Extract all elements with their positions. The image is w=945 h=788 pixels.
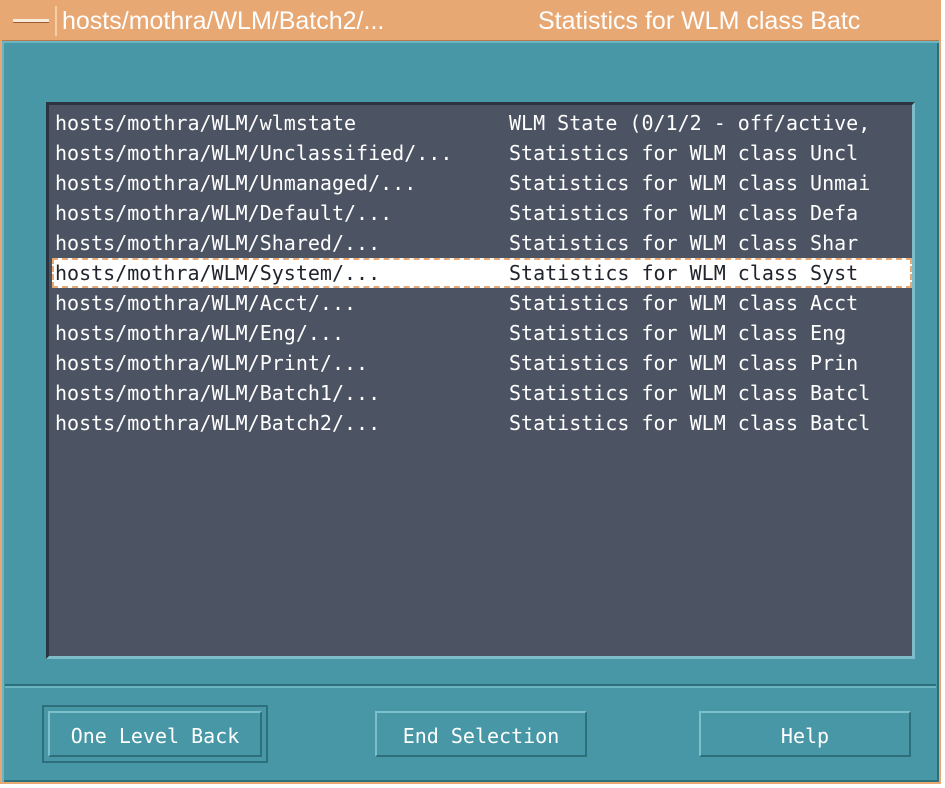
list-item[interactable]: hosts/mothra/WLM/Acct/... Statistics for… [52,288,912,318]
list-item[interactable]: hosts/mothra/WLM/Batch2/... Statistics f… [52,408,912,438]
list-item-name: hosts/mothra/WLM/Unclassified/... [55,141,453,165]
list-item[interactable]: hosts/mothra/WLM/Unclassified/... Statis… [52,138,912,168]
list-item-selected[interactable]: hosts/mothra/WLM/System/... Statistics f… [52,258,912,288]
list-item-name: hosts/mothra/WLM/Acct/... [55,291,357,315]
list-item-description: Statistics for WLM class Shar [509,231,859,255]
list-item[interactable]: hosts/mothra/WLM/Print/... Statistics fo… [52,348,912,378]
list-item-description: Statistics for WLM class Unmai [509,171,871,195]
one-level-back-button[interactable]: One Level Back [48,711,262,757]
list-item-name: hosts/mothra/WLM/Shared/... [55,231,381,255]
window-menu-icon[interactable] [5,6,57,36]
list-item-name: hosts/mothra/WLM/System/... [55,261,381,285]
list-item-description: Statistics for WLM class Batcl [509,381,871,405]
metrics-listbox[interactable]: hosts/mothra/WLM/wlmstate WLM State (0/1… [46,102,915,659]
dialog-body: hosts/mothra/WLM/wlmstate WLM State (0/1… [2,41,939,782]
list-item-description: Statistics for WLM class Eng [509,321,847,345]
list-item-description: Statistics for WLM class Acct [509,291,859,315]
list-item[interactable]: hosts/mothra/WLM/Shared/... Statistics f… [52,228,912,258]
window-title-description: Statistics for WLM class Batc [538,7,861,35]
list-item[interactable]: hosts/mothra/WLM/Eng/... Statistics for … [52,318,912,348]
list-item-description: Statistics for WLM class Defa [509,201,859,225]
list-item[interactable]: hosts/mothra/WLM/Batch1/... Statistics f… [52,378,912,408]
end-selection-button[interactable]: End Selection [375,711,587,757]
list-item-name: hosts/mothra/WLM/Batch1/... [55,381,381,405]
list-item[interactable]: hosts/mothra/WLM/Unmanaged/... Statistic… [52,168,912,198]
help-button[interactable]: Help [699,711,911,757]
window-title-path: hosts/mothra/WLM/Batch2/... [62,7,385,35]
list-item-name: hosts/mothra/WLM/Batch2/... [55,411,381,435]
button-area-separator [5,684,936,688]
list-item-description: WLM State (0/1/2 - off/active, [509,111,871,135]
list-item[interactable]: hosts/mothra/WLM/wlmstate WLM State (0/1… [52,108,912,138]
list-item[interactable]: hosts/mothra/WLM/Default/... Statistics … [52,198,912,228]
title-bar[interactable]: hosts/mothra/WLM/Batch2/... Statistics f… [2,2,939,41]
list-item-name: hosts/mothra/WLM/Unmanaged/... [55,171,417,195]
statistics-window: hosts/mothra/WLM/Batch2/... Statistics f… [0,0,941,784]
list-item-description: Statistics for WLM class Batcl [509,411,871,435]
list-item-description: Statistics for WLM class Uncl [509,141,859,165]
list-item-name: hosts/mothra/WLM/wlmstate [55,111,357,135]
list-item-description: Statistics for WLM class Prin [509,351,859,375]
list-item-name: hosts/mothra/WLM/Default/... [55,201,393,225]
list-item-description: Statistics for WLM class Syst [509,261,859,285]
list-item-name: hosts/mothra/WLM/Eng/... [55,321,344,345]
list-item-name: hosts/mothra/WLM/Print/... [55,351,369,375]
